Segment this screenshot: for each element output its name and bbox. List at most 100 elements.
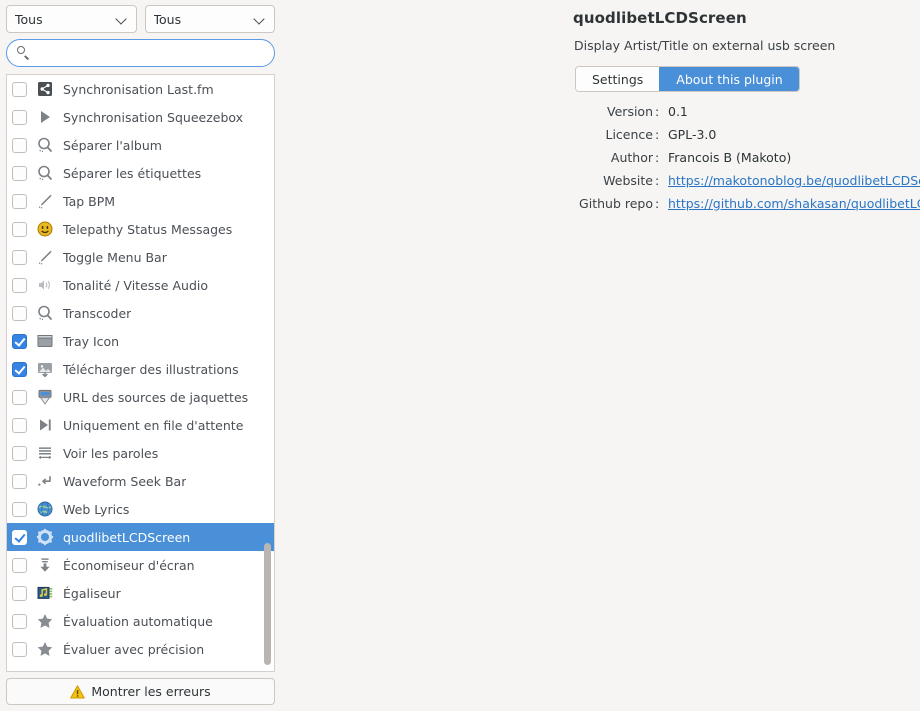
plugin-list-item[interactable]: Séparer l'album [7,131,274,159]
info-label: Version [607,104,653,119]
plugin-list-item[interactable]: Synchronisation Last.fm [7,75,274,103]
plugin-enable-checkbox[interactable] [12,501,27,517]
plugin-enable-checkbox[interactable] [12,249,27,265]
page-title: quodlibetLCDScreen [573,9,747,27]
plugin-enable-checkbox[interactable] [12,473,27,489]
info-label: Author [610,150,653,165]
plugin-enable-checkbox[interactable] [12,221,27,237]
filter-row: Tous Tous [0,0,281,33]
plugin-enable-checkbox[interactable] [12,613,27,629]
search-input[interactable] [31,45,264,61]
plugin-list-item[interactable]: Télécharger des illustrations [7,355,274,383]
plugin-list-item[interactable]: Séparer les étiquettes [7,159,274,187]
tab-settings[interactable]: Settings [576,67,660,91]
download-arrow-icon [36,556,54,574]
plugin-enable-checkbox[interactable] [12,333,27,349]
plugin-list-item-label: Tonalité / Vitesse Audio [63,277,208,293]
plugin-list-item[interactable]: Transcoder [7,299,274,327]
info-label: Website [603,173,653,188]
plugin-list-frame: Synchronisation Last.fm Synchronisation S… [6,74,275,672]
equalizer-icon [36,584,54,602]
plugin-list-item-label: Voir les paroles [63,445,159,461]
category-filter-dropdown[interactable]: Tous [6,5,137,33]
plugin-enable-checkbox[interactable] [12,165,27,181]
info-link[interactable]: https://makotonoblog.be/quodlibetLCDScre… [665,172,920,190]
speaker-volume-icon [36,276,54,294]
plugin-list-item[interactable]: Web Lyrics [7,495,274,523]
chevron-down-icon [116,13,128,25]
plugin-enable-checkbox[interactable] [12,529,27,545]
plugin-enable-checkbox[interactable] [12,137,27,153]
detail-tabs: Settings About this plugin [575,66,800,92]
plugin-enable-checkbox[interactable] [12,641,27,657]
plugin-list-item-label: Transcoder [63,305,132,321]
plugin-list-item-label: Télécharger des illustrations [63,361,239,377]
magnifier-icon [36,164,54,182]
plugin-enable-checkbox[interactable] [12,361,27,377]
plugin-list-item-label: URL des sources de jaquettes [63,389,249,405]
plugin-enable-checkbox[interactable] [12,193,27,209]
plugin-manager-window: Tous Tous Synchronisation Last.fm Synchro… [0,0,920,711]
pencil-icon [36,248,54,266]
plugin-list-item[interactable]: Économiseur d'écran [7,551,274,579]
plugin-list-item-label: Toggle Menu Bar [63,249,167,265]
plugin-list-item-label: Synchronisation Last.fm [63,81,214,97]
plugin-list-item[interactable]: Voir les paroles [7,439,274,467]
plugin-list-item[interactable]: Évaluer avec précision [7,635,274,663]
plugin-list-item[interactable]: Synchronisation Squeezebox [7,103,274,131]
plugin-enable-checkbox[interactable] [12,277,27,293]
plugin-enable-checkbox[interactable] [12,389,27,405]
lyrics-lines-icon [36,444,54,462]
play-triangle-icon [36,108,54,126]
magnifier-icon [36,136,54,154]
search-icon [17,46,31,60]
plugin-list-item[interactable]: quodlibetLCDScreen [7,523,274,551]
info-value: Francois B (Makoto) [668,150,792,165]
plugin-list-item-label: Évaluation automatique [63,613,213,629]
plugin-list-item[interactable]: URL des sources de jaquettes [7,383,274,411]
plugin-list-scrollbar[interactable] [262,77,272,669]
status-filter-dropdown[interactable]: Tous [144,5,275,33]
plugin-list-item-label: Uniquement en file d'attente [63,417,244,433]
info-link[interactable]: https://github.com/shakasan/quodlibetLCD… [665,195,920,213]
plugin-enable-checkbox[interactable] [12,305,27,321]
info-label: Licence [605,127,654,142]
plugin-list-item[interactable]: Toggle Menu Bar [7,243,274,271]
star-icon [36,612,54,630]
globe-icon [36,500,54,518]
info-colon: : [655,104,660,119]
plugin-info-table: Version:0.1 Licence: GPL-3.0 Author: Francoi… [573,103,920,213]
plugin-enable-checkbox[interactable] [12,585,27,601]
plugin-list-item-label: Web Lyrics [63,501,130,517]
plugin-enable-checkbox[interactable] [12,417,27,433]
info-label: Github repo [579,196,653,211]
plugin-list-item[interactable]: Tonalité / Vitesse Audio [7,271,274,299]
plugin-list-item-label: Tap BPM [63,193,116,209]
plugin-enable-checkbox[interactable] [12,109,27,125]
plugin-list-item[interactable]: Tray Icon [7,327,274,355]
show-errors-button[interactable]: Montrer les erreurs [6,678,275,705]
plugin-enable-checkbox[interactable] [12,557,27,573]
plugin-enable-checkbox[interactable] [12,81,27,97]
plugin-list-item-label: Évaluer avec précision [63,641,205,657]
plugin-list-item[interactable]: Égaliseur [7,579,274,607]
magnifier-icon [36,304,54,322]
tab-about-this-plugin[interactable]: About this plugin [659,67,799,91]
plugin-list[interactable]: Synchronisation Last.fm Synchronisation S… [7,75,274,671]
plugin-list-item-label: Séparer les étiquettes [63,165,202,181]
seek-return-icon [36,472,54,490]
plugin-list-item[interactable]: Évaluation automatique [7,607,274,635]
plugin-enable-checkbox[interactable] [12,445,27,461]
plugin-list-item-label: Égaliseur [63,585,121,601]
plugin-list-item[interactable]: Telepathy Status Messages [7,215,274,243]
show-errors-label: Montrer les erreurs [91,684,211,699]
scrollbar-thumb[interactable] [264,543,271,665]
skip-forward-icon [36,416,54,434]
plugin-list-item-label: Économiseur d'écran [63,557,195,573]
plugin-list-item-label: Séparer l'album [63,137,162,153]
search-field[interactable] [6,39,275,67]
plugin-list-item[interactable]: Tap BPM [7,187,274,215]
plugin-list-item[interactable]: Uniquement en file d'attente [7,411,274,439]
plugin-list-item[interactable]: Waveform Seek Bar [7,467,274,495]
plugin-detail-panel: quodlibetLCDScreen Display Artist/Title … [281,0,920,711]
